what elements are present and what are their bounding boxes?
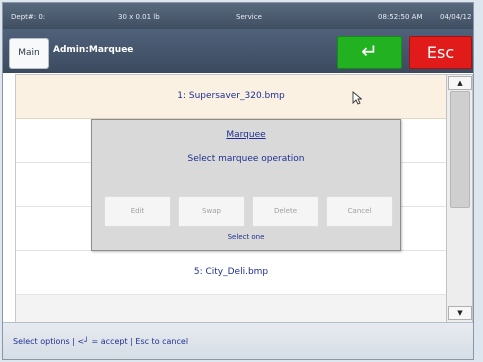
list-item[interactable]: 5: City_Deli.bmp [16,251,446,295]
list-scrollbar[interactable]: ▲ ▼ [446,74,473,323]
clock-date: 04/04/12 [440,13,472,21]
mode-indicator: Service [236,13,262,21]
dialog-hint: Select one [227,233,265,241]
scroll-down-button[interactable]: ▼ [448,306,472,320]
footer-bar: Select options | <┘ = accept | Esc to ca… [3,322,473,359]
list-item-selected[interactable]: 1: Supersaver_320.bmp [16,75,446,119]
dialog-title: Marquee [226,130,266,140]
swap-button[interactable]: Swap [178,196,245,227]
cancel-button[interactable]: Cancel [326,196,393,227]
scroll-up-arrow-icon: ▲ [457,79,463,87]
escape-button[interactable]: Esc [409,36,472,69]
footer-instructions: Select options | <┘ = accept | Esc to ca… [13,337,189,346]
scroll-down-arrow-icon: ▼ [457,309,463,317]
scroll-thumb[interactable] [450,91,470,208]
mouse-pointer-icon [352,91,362,105]
page-title: Admin:Marquee [53,45,134,55]
enter-arrow-icon: ↵ [361,39,378,63]
header-bar: Main Admin:Marquee ↵ Esc [3,29,473,73]
marquee-dialog: Marquee Select marquee operation Edit Sw… [91,119,401,251]
main-button[interactable]: Main [9,38,49,69]
scale-screen: Dept#: 0: 30 x 0.01 lb Service 08:52:50 … [2,2,474,360]
clock-time: 08:52:50 AM [378,13,423,21]
edit-button[interactable]: Edit [104,196,171,227]
dept-number: Dept#: 0: [11,13,46,21]
delete-button[interactable]: Delete [252,196,319,227]
scroll-up-button[interactable]: ▲ [448,76,472,90]
status-bar: Dept#: 0: 30 x 0.01 lb Service 08:52:50 … [3,3,473,29]
dialog-prompt: Select marquee operation [187,154,305,164]
weight-readout: 30 x 0.01 lb [118,13,160,21]
app-window: Dept#: 0: 30 x 0.01 lb Service 08:52:50 … [0,0,483,362]
accept-button[interactable]: ↵ [337,36,402,69]
